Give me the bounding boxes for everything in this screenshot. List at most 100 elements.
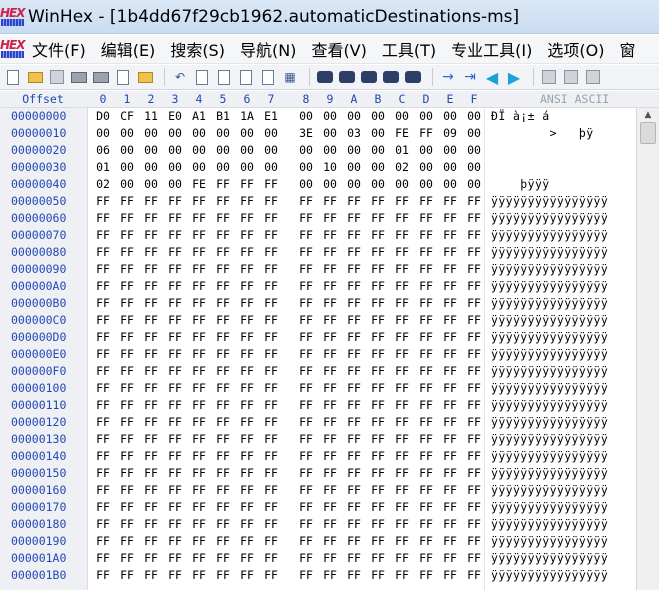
hex-byte[interactable]: FF xyxy=(416,279,436,293)
ascii-text[interactable]: ÿÿÿÿÿÿÿÿÿÿÿÿÿÿÿÿ xyxy=(491,194,608,208)
hex-row[interactable]: 00000000 D0 CF 11 E0 A1 B1 1A E1 00 00 00 00 00 00 00 00… xyxy=(0,108,636,125)
hex-byte[interactable]: FF xyxy=(141,432,161,446)
hex-byte[interactable]: FF xyxy=(189,398,209,412)
hex-byte[interactable]: FF xyxy=(261,313,281,327)
hex-byte[interactable]: FF xyxy=(93,398,113,412)
hex-byte[interactable]: FF xyxy=(416,194,436,208)
hex-byte[interactable]: FF xyxy=(368,449,388,463)
hex-byte[interactable]: FF xyxy=(392,517,412,531)
hex-byte[interactable]: FF xyxy=(368,296,388,310)
hex-byte[interactable]: FF xyxy=(237,381,257,395)
hex-byte[interactable]: 00 xyxy=(165,126,185,140)
hex-byte[interactable]: FF xyxy=(237,177,257,191)
ascii-text[interactable]: ÿÿÿÿÿÿÿÿÿÿÿÿÿÿÿÿ xyxy=(491,228,608,242)
hex-byte[interactable]: FF xyxy=(464,245,484,259)
print-icon[interactable] xyxy=(70,68,88,86)
ascii-text[interactable]: ÿÿÿÿÿÿÿÿÿÿÿÿÿÿÿÿ xyxy=(491,381,608,395)
hex-byte[interactable]: FF xyxy=(165,245,185,259)
hex-byte[interactable]: FF xyxy=(368,551,388,565)
hex-byte[interactable]: FF xyxy=(213,347,233,361)
hex-byte[interactable]: FF xyxy=(296,568,316,582)
hex-byte[interactable]: FF xyxy=(93,262,113,276)
hex-byte[interactable]: FF xyxy=(165,262,185,276)
hex-byte[interactable]: FF xyxy=(141,211,161,225)
hex-byte[interactable]: FF xyxy=(368,330,388,344)
hex-byte[interactable]: FF xyxy=(261,177,281,191)
hex-byte[interactable]: FF xyxy=(261,517,281,531)
hex-byte[interactable]: FF xyxy=(213,245,233,259)
hex-byte[interactable]: FF xyxy=(440,228,460,242)
hex-byte[interactable]: FF xyxy=(416,262,436,276)
hex-byte[interactable]: FF xyxy=(213,568,233,582)
hex-byte[interactable]: 00 xyxy=(117,143,137,157)
hex-byte[interactable]: FF xyxy=(320,381,340,395)
hex-byte[interactable]: FF xyxy=(165,347,185,361)
hex-byte[interactable]: FF xyxy=(416,313,436,327)
hex-byte[interactable]: FF xyxy=(141,296,161,310)
hex-row[interactable]: 00000130 FF FF FF FF FF FF FF FF FF FF FF FF FF FF FF FF… xyxy=(0,431,636,448)
hex-byte[interactable]: FF xyxy=(117,551,137,565)
ascii-text[interactable]: ÿÿÿÿÿÿÿÿÿÿÿÿÿÿÿÿ xyxy=(491,330,608,344)
hex-byte[interactable]: FF xyxy=(237,432,257,446)
hex-byte[interactable]: FF xyxy=(344,262,364,276)
hex-row[interactable]: 00000160 FF FF FF FF FF FF FF FF FF FF FF FF FF FF FF FF… xyxy=(0,482,636,499)
hex-byte[interactable]: FF xyxy=(93,432,113,446)
hex-byte[interactable]: FF xyxy=(320,245,340,259)
hex-byte[interactable]: E1 xyxy=(261,109,281,123)
hex-byte[interactable]: 00 xyxy=(165,177,185,191)
hex-byte[interactable]: A1 xyxy=(189,109,209,123)
hex-byte[interactable]: FF xyxy=(165,466,185,480)
hex-byte[interactable]: FF xyxy=(189,228,209,242)
hex-byte[interactable]: FF xyxy=(141,262,161,276)
hex-byte[interactable]: FF xyxy=(261,279,281,293)
hex-byte[interactable]: 3E xyxy=(296,126,316,140)
ascii-text[interactable]: ÿÿÿÿÿÿÿÿÿÿÿÿÿÿÿÿ xyxy=(491,517,608,531)
hex-byte[interactable]: FF xyxy=(344,568,364,582)
hex-byte[interactable]: FF xyxy=(189,500,209,514)
hex-byte[interactable]: FF xyxy=(141,517,161,531)
hex-byte[interactable]: FF xyxy=(189,432,209,446)
hex-byte[interactable]: 09 xyxy=(440,126,460,140)
hex-byte[interactable]: FF xyxy=(296,398,316,412)
hex-byte[interactable]: FF xyxy=(93,194,113,208)
hex-byte[interactable]: FF xyxy=(189,415,209,429)
hex-byte[interactable]: FF xyxy=(117,398,137,412)
ascii-text[interactable]: ÿÿÿÿÿÿÿÿÿÿÿÿÿÿÿÿ xyxy=(491,432,608,446)
hex-byte[interactable]: FF xyxy=(320,211,340,225)
hex-byte[interactable]: FF xyxy=(117,211,137,225)
hex-byte[interactable]: FF xyxy=(320,228,340,242)
hex-byte[interactable]: FF xyxy=(368,534,388,548)
hex-byte[interactable]: FF xyxy=(93,245,113,259)
hex-byte[interactable]: 00 xyxy=(368,126,388,140)
hex-byte[interactable]: FF xyxy=(344,347,364,361)
hex-byte[interactable]: 00 xyxy=(464,126,484,140)
menu-tools[interactable]: 工具(T) xyxy=(382,37,436,61)
hex-byte[interactable]: FF xyxy=(344,245,364,259)
hex-byte[interactable]: FF xyxy=(440,313,460,327)
find-next-icon[interactable] xyxy=(338,68,356,86)
hex-row[interactable]: 00000050 FF FF FF FF FF FF FF FF FF FF FF FF FF FF FF FF… xyxy=(0,193,636,210)
disk-icon[interactable] xyxy=(540,68,558,86)
hex-byte[interactable]: FE xyxy=(189,177,209,191)
hex-byte[interactable]: FF xyxy=(213,432,233,446)
hex-row[interactable]: 00000070 FF FF FF FF FF FF FF FF FF FF FF FF FF FF FF FF… xyxy=(0,227,636,244)
open-file-icon[interactable] xyxy=(26,68,44,86)
hex-editor-body[interactable]: 00000000 D0 CF 11 E0 A1 B1 1A E1 00 00 00 00 00 00 00 00… xyxy=(0,108,636,590)
hex-byte[interactable]: FF xyxy=(368,466,388,480)
hex-byte[interactable]: 00 xyxy=(368,177,388,191)
hex-byte[interactable]: FF xyxy=(165,364,185,378)
vertical-scrollbar[interactable]: ▲ xyxy=(636,108,659,590)
forward-icon[interactable]: ▶ xyxy=(505,68,523,87)
hex-byte[interactable]: FF xyxy=(93,313,113,327)
hex-byte[interactable]: 00 xyxy=(320,126,340,140)
hex-byte[interactable]: FF xyxy=(117,245,137,259)
hex-byte[interactable]: 00 xyxy=(117,160,137,174)
hex-byte[interactable]: FF xyxy=(237,245,257,259)
hex-byte[interactable]: 00 xyxy=(237,160,257,174)
hex-byte[interactable]: FF xyxy=(237,398,257,412)
hex-byte[interactable]: FF xyxy=(344,364,364,378)
hex-byte[interactable]: 00 xyxy=(464,160,484,174)
hex-byte[interactable]: 00 xyxy=(320,143,340,157)
hex-byte[interactable]: FF xyxy=(261,364,281,378)
hex-byte[interactable]: FF xyxy=(464,398,484,412)
